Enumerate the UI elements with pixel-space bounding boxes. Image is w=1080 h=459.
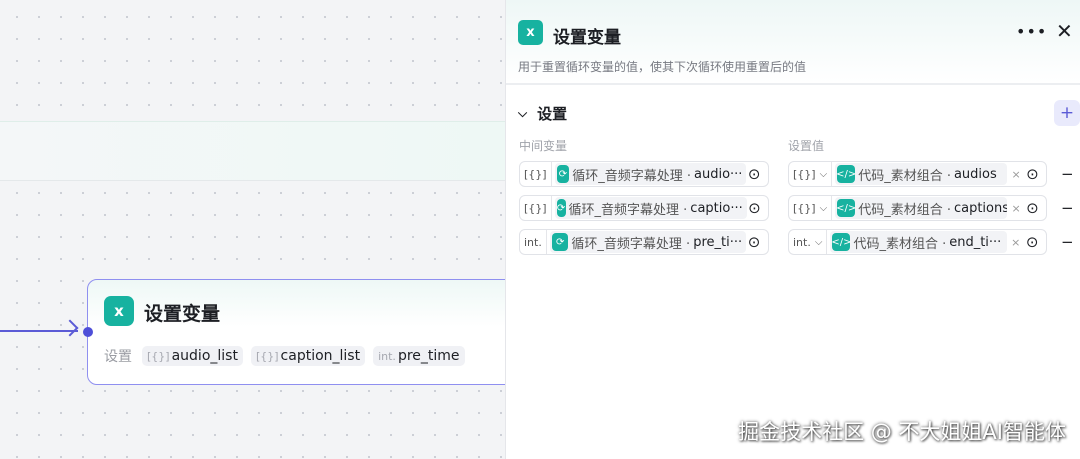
target-icon[interactable]: ⊙ (1025, 165, 1040, 183)
more-icon[interactable]: ••• (1016, 22, 1047, 41)
node-chip: [{}] caption_list (250, 346, 366, 366)
target-icon[interactable]: ⊙ (746, 233, 762, 251)
remove-row-button[interactable]: − (1061, 199, 1074, 217)
loop-icon: ⟳ (556, 199, 566, 217)
node-chip: [{}] audio_list (142, 346, 243, 366)
chevron-down-icon: ⌵ (518, 106, 528, 120)
right-value-field[interactable]: [{}] ⌵ </> 代码_素材组合 · captions × ⊙ (788, 195, 1047, 221)
clear-icon[interactable]: × (1011, 236, 1020, 249)
left-variable-field[interactable]: int. ⟳ 循环_音频字幕处理 · pre_ti··· ⊙ (519, 229, 769, 255)
chevron-down-icon: ⌵ (815, 230, 828, 254)
set-variable-node[interactable]: x 设置变量 设置 [{}] audio_list [{}] caption_lis… (87, 279, 517, 385)
row-part: </> 代码_素材组合 · captions (835, 197, 1008, 219)
code-icon: </> (831, 233, 852, 251)
target-icon[interactable]: ⊙ (746, 165, 762, 183)
target-icon[interactable]: ⊙ (1024, 233, 1040, 251)
row-part: ⟳ 循环_音频字幕处理 · captio··· (554, 197, 747, 219)
input-port[interactable] (83, 327, 93, 337)
variable-row: int. ⟳ 循环_音频字幕处理 · pre_ti··· ⊙ int. ⌵ </> 代码_素材… (519, 229, 1074, 255)
arrow-head-icon (61, 319, 79, 337)
node-chip: int. pre_time (373, 346, 465, 366)
variable-row: [{}] ⟳ 循环_音频字幕处理 · audio··· ⊙ [{}] ⌵ </> 代码_素材组… (519, 161, 1074, 187)
variable-icon: x (518, 20, 543, 45)
watermark: 掘金技术社区 @ 不大姐姐AI智能体 (738, 420, 1066, 444)
close-icon[interactable]: ✕ (1056, 19, 1073, 43)
row-part: end_ti··· (949, 234, 1002, 250)
column-header: 中间变量 (519, 139, 568, 153)
row-part: 循环_音频字幕处理 · (571, 236, 691, 252)
loop-icon: ⟳ (556, 165, 570, 183)
row-part: 代码_素材组合 · (858, 202, 951, 218)
row-part: 循环_音频字幕处理 · (572, 168, 692, 184)
row-part: audios (953, 166, 997, 182)
row-part: int. (793, 235, 811, 249)
variable-row: [{}] ⟳ 循环_音频字幕处理 · captio··· ⊙ [{}] ⌵ </> 代码_素材… (519, 195, 1074, 221)
row-part: int. (520, 230, 547, 254)
clear-icon[interactable]: × (1011, 202, 1020, 215)
code-icon: </> (836, 199, 856, 217)
variable-icon: x (104, 296, 134, 326)
left-variable-field[interactable]: [{}] ⟳ 循环_音频字幕处理 · captio··· ⊙ (519, 195, 769, 221)
target-icon[interactable]: ⊙ (747, 199, 762, 217)
panel-title: 设置变量 (553, 28, 621, 48)
row-part: </> 代码_素材组合 · audios (835, 163, 1008, 185)
row-part: [{}] (793, 167, 816, 181)
row-part: [{}] (793, 201, 816, 215)
clear-icon[interactable]: × (1011, 168, 1020, 181)
row-part: 循环_音频字幕处理 · (568, 202, 688, 218)
chevron-down-icon: ⌵ (820, 162, 833, 186)
loop-container-band (0, 121, 505, 181)
row-part: 代码_素材组合 · (858, 168, 951, 184)
row-part: ⟳ 循环_音频字幕处理 · pre_ti··· (549, 231, 747, 253)
right-value-field[interactable]: [{}] ⌵ </> 代码_素材组合 · audios × ⊙ (788, 161, 1047, 187)
remove-row-button[interactable]: − (1061, 165, 1074, 183)
row-part: audio··· (694, 166, 743, 182)
row-part: 代码_素材组合 · (853, 236, 947, 252)
panel-description: 用于重置循环变量的值，使其下次循环使用重置后的值 (518, 60, 807, 74)
remove-row-button[interactable]: − (1061, 233, 1074, 251)
row-part: captio··· (690, 200, 743, 216)
row-part: pre_ti··· (693, 234, 743, 250)
add-button[interactable]: + (1054, 100, 1080, 126)
code-icon: </> (836, 165, 856, 183)
row-part: [{}] (520, 196, 552, 220)
settings-panel: x 设置变量 ••• ✕ 用于重置循环变量的值，使其下次循环使用重置后的值 ⌵ 设… (505, 0, 1080, 459)
column-header: 设置值 (788, 139, 825, 153)
row-part: [{}] (520, 162, 552, 186)
node-label: 设置 (104, 349, 132, 365)
right-value-field[interactable]: int. ⌵ </> 代码_素材组合 · end_ti··· × ⊙ (788, 229, 1047, 255)
section-header[interactable]: ⌵ 设置 (518, 103, 567, 124)
row-part: </> 代码_素材组合 · end_ti··· (830, 231, 1008, 253)
target-icon[interactable]: ⊙ (1025, 199, 1040, 217)
loop-icon: ⟳ (551, 233, 569, 251)
node-title: 设置变量 (144, 303, 221, 325)
chevron-down-icon: ⌵ (820, 196, 833, 220)
row-part: captions (953, 200, 1008, 216)
row-part: ⟳ 循环_音频字幕处理 · audio··· (554, 163, 747, 185)
left-variable-field[interactable]: [{}] ⟳ 循环_音频字幕处理 · audio··· ⊙ (519, 161, 769, 187)
